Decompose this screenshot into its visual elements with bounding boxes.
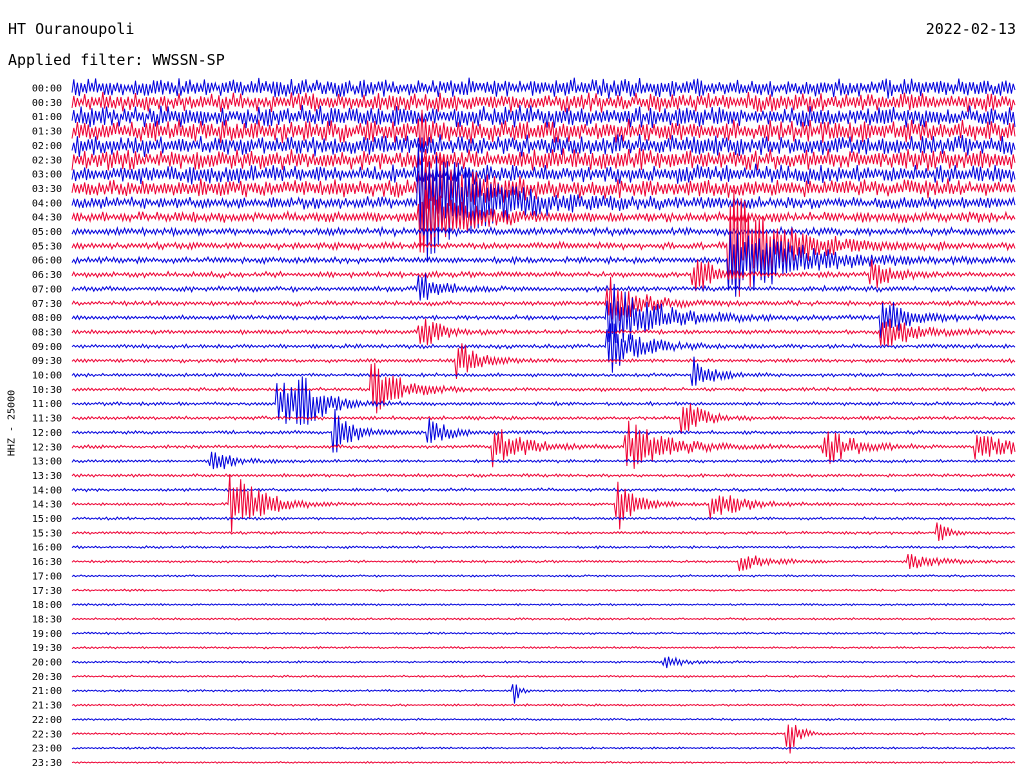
trace-line (71, 323, 1016, 373)
trace-line (71, 553, 1016, 572)
time-label: 16:00 (32, 543, 62, 554)
trace-line (71, 276, 1016, 321)
time-label: 11:30 (32, 414, 62, 425)
time-label: 09:30 (32, 356, 62, 367)
time-label: 22:00 (32, 715, 62, 726)
time-label: 12:30 (32, 442, 62, 453)
time-label: 05:00 (32, 227, 62, 238)
time-label: 19:00 (32, 629, 62, 640)
time-label: 05:30 (32, 241, 62, 252)
time-label: 07:30 (32, 299, 62, 310)
trace-line (71, 362, 1016, 414)
trace-line (71, 516, 1016, 521)
trace-line (71, 104, 1016, 129)
trace-line (71, 674, 1016, 679)
time-label: 20:30 (32, 672, 62, 683)
trace-line (71, 318, 1016, 347)
trace-line (71, 617, 1016, 621)
time-label: 13:00 (32, 457, 62, 468)
trace-line (71, 403, 1016, 434)
trace-line (71, 703, 1016, 707)
time-label: 12:00 (32, 428, 62, 439)
trace-line (71, 588, 1016, 593)
time-label: 01:30 (32, 127, 62, 138)
trace-line (71, 451, 1016, 470)
trace-line (71, 602, 1016, 607)
time-label: 16:30 (32, 557, 62, 568)
trace-line (71, 77, 1016, 99)
time-label: 17:00 (32, 571, 62, 582)
trace-line (71, 147, 1016, 171)
time-label: 23:00 (32, 744, 62, 755)
time-label: 18:00 (32, 600, 62, 611)
time-label: 22:30 (32, 729, 62, 740)
trace-line (71, 376, 1016, 425)
trace-line (71, 343, 1016, 379)
trace-line (71, 189, 1016, 253)
time-label: 14:00 (32, 485, 62, 496)
time-label: 08:00 (32, 313, 62, 324)
trace-line (71, 684, 1016, 704)
time-label: 06:00 (32, 256, 62, 267)
trace-line (71, 717, 1016, 722)
time-label: 01:00 (32, 112, 62, 123)
time-label: 04:00 (32, 198, 62, 209)
time-label: 07:00 (32, 284, 62, 295)
trace-line (71, 487, 1016, 493)
time-label: 21:00 (32, 686, 62, 697)
trace-line (71, 545, 1016, 550)
time-label: 04:30 (32, 213, 62, 224)
time-label: 09:00 (32, 342, 62, 353)
trace-line (71, 472, 1016, 479)
trace-line (71, 225, 1016, 238)
time-label: 10:00 (32, 371, 62, 382)
time-label: 11:00 (32, 399, 62, 410)
time-label: 00:30 (32, 98, 62, 109)
time-label: 06:30 (32, 270, 62, 281)
time-label: 17:30 (32, 586, 62, 597)
time-label: 03:30 (32, 184, 62, 195)
trace-line (71, 408, 1016, 453)
time-label: 08:30 (32, 327, 62, 338)
time-label: 00:00 (32, 84, 62, 95)
trace-line (71, 760, 1016, 765)
trace-line (71, 631, 1016, 636)
trace-line (71, 656, 1016, 669)
trace-line (71, 137, 1016, 261)
trace-line (71, 522, 1016, 541)
seismogram-plot: 00:00 00:30 01:00 01:30 02:00 02:30 03:00 03:30… (32, 77, 1016, 769)
time-label: 02:00 (32, 141, 62, 152)
time-label: 15:00 (32, 514, 62, 525)
trace-line (71, 231, 1016, 297)
time-label: 02:30 (32, 155, 62, 166)
trace-line (71, 746, 1016, 750)
time-label: 14:30 (32, 500, 62, 511)
time-label: 18:30 (32, 614, 62, 625)
time-label: 13:30 (32, 471, 62, 482)
trace-line (71, 91, 1016, 113)
time-label: 21:30 (32, 701, 62, 712)
time-label: 03:00 (32, 170, 62, 181)
time-label: 20:00 (32, 658, 62, 669)
time-label: 19:30 (32, 643, 62, 654)
trace-line (71, 645, 1016, 650)
time-label: 15:30 (32, 528, 62, 539)
trace-line (71, 473, 1016, 533)
time-label: 10:30 (32, 385, 62, 396)
trace-line (71, 573, 1016, 578)
time-label: 23:30 (32, 758, 62, 769)
